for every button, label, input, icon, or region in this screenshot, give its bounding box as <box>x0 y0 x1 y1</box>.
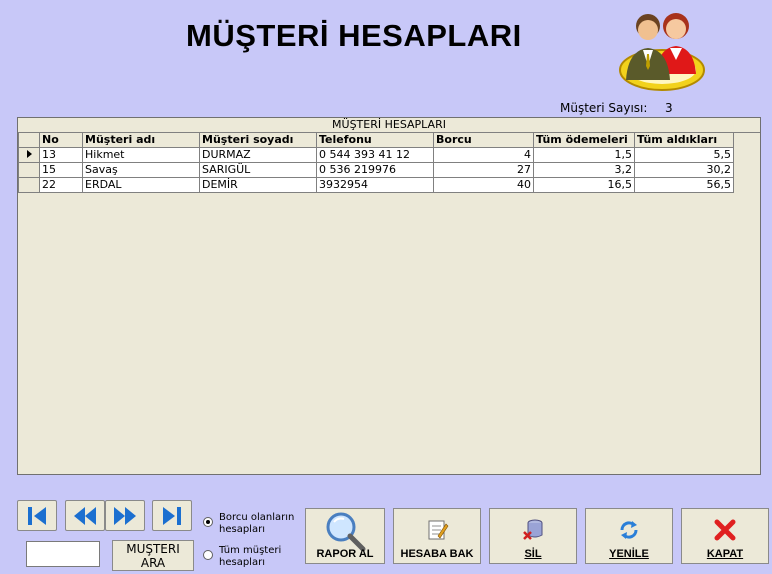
cell-total-purchases[interactable]: 56,5 <box>634 177 734 193</box>
customer-search-button[interactable]: MUŞTERI ARA <box>112 540 194 571</box>
first-record-button[interactable] <box>17 500 57 531</box>
search-button-line1: MUŞTERI <box>126 542 180 556</box>
customer-count-label: Müşteri Sayısı: <box>560 101 648 115</box>
cell-no[interactable]: 15 <box>39 162 83 178</box>
current-row-arrow-icon <box>26 150 32 158</box>
search-button-line2: ARA <box>140 556 166 570</box>
filter-all-label-line1: Tüm müşteri <box>219 545 282 556</box>
filter-debtors-label-line2: hesapları <box>219 524 265 535</box>
refresh-button[interactable]: YENİLE <box>585 508 673 564</box>
delete-button[interactable]: SİL <box>489 508 577 564</box>
close-button[interactable]: KAPAT <box>681 508 769 564</box>
cell-debt[interactable]: 4 <box>433 147 534 163</box>
delete-button-label: SİL <box>490 548 576 560</box>
customer-count-value: 3 <box>665 101 673 115</box>
filter-all-radio[interactable] <box>203 550 213 560</box>
refresh-icon <box>620 521 638 539</box>
table-row[interactable]: 13 Hikmet DURMAZ 0 544 393 41 12 4 1,5 5… <box>18 147 734 163</box>
previous-record-icon <box>74 506 96 525</box>
delete-database-icon <box>523 519 543 540</box>
cell-first-name[interactable]: Hikmet <box>82 147 200 163</box>
delete-label-text: SİL <box>524 548 542 560</box>
cell-debt[interactable]: 27 <box>433 162 534 178</box>
table-row[interactable]: 22 ERDAL DEMİR 3932954 40 16,5 56,5 <box>18 177 734 193</box>
cell-phone[interactable]: 0 536 219976 <box>316 162 434 178</box>
refresh-button-label: YENİLE <box>586 548 672 560</box>
cell-last-name[interactable]: DEMİR <box>199 177 317 193</box>
column-header-no[interactable]: No <box>39 132 83 148</box>
customer-search-input[interactable] <box>26 541 100 567</box>
view-account-button[interactable]: HESABA BAK <box>393 508 481 564</box>
column-header-last-name[interactable]: Müşteri soyadı <box>199 132 317 148</box>
filter-all-label[interactable]: Tüm müşteri hesapları <box>219 545 281 569</box>
cell-total-payments[interactable]: 1,5 <box>533 147 635 163</box>
cell-total-payments[interactable]: 16,5 <box>533 177 635 193</box>
page-title: MÜŞTERİ HESAPLARI <box>186 18 522 53</box>
close-label-text: KAPAT <box>706 548 744 560</box>
refresh-label-text: YENİLE <box>609 548 649 560</box>
cell-phone[interactable]: 3932954 <box>316 177 434 193</box>
accounts-table: No Müşteri adı Müşteri soyadı Telefonu B… <box>18 132 734 193</box>
column-header-total-payments[interactable]: Tüm ödemeleri <box>533 132 635 148</box>
cell-first-name[interactable]: ERDAL <box>82 177 200 193</box>
close-button-label: KAPAT <box>682 548 768 560</box>
column-header-phone[interactable]: Telefonu <box>316 132 434 148</box>
report-button[interactable]: RAPOR AL <box>305 508 385 564</box>
close-icon <box>714 519 736 541</box>
cell-last-name[interactable]: SARIGÜL <box>199 162 317 178</box>
cell-no[interactable]: 22 <box>39 177 83 193</box>
cell-last-name[interactable]: DURMAZ <box>199 147 317 163</box>
next-record-icon <box>114 506 136 525</box>
grid-caption: MÜŞTERİ HESAPLARI <box>18 118 760 133</box>
row-selector[interactable] <box>18 162 40 178</box>
column-header-total-purchases[interactable]: Tüm aldıkları <box>634 132 734 148</box>
first-record-icon <box>28 506 46 525</box>
cell-total-payments[interactable]: 3,2 <box>533 162 635 178</box>
view-account-button-label: HESABA BAK <box>400 548 474 560</box>
filter-debtors-label-line1: Borcu olanların <box>219 512 295 523</box>
filter-debtors-radio[interactable] <box>203 517 213 527</box>
filter-debtors-label[interactable]: Borcu olanların hesapları <box>219 512 294 536</box>
column-header-first-name[interactable]: Müşteri adı <box>82 132 200 148</box>
row-selector[interactable] <box>18 177 40 193</box>
cell-no[interactable]: 13 <box>39 147 83 163</box>
customer-accounts-grid[interactable]: MÜŞTERİ HESAPLARI No Müşteri adı Müşteri… <box>17 117 761 475</box>
last-record-button[interactable] <box>152 500 192 531</box>
column-header-debt[interactable]: Borcu <box>433 132 534 148</box>
previous-record-button[interactable] <box>65 500 105 531</box>
current-row-indicator <box>18 147 40 163</box>
cell-first-name[interactable]: Savaş <box>82 162 200 178</box>
next-record-button[interactable] <box>105 500 145 531</box>
notepad-icon <box>428 520 449 540</box>
row-selector-header <box>18 132 40 148</box>
table-row[interactable]: 15 Savaş SARIGÜL 0 536 219976 27 3,2 30,… <box>18 162 734 178</box>
cell-total-purchases[interactable]: 5,5 <box>634 147 734 163</box>
cell-phone[interactable]: 0 544 393 41 12 <box>316 147 434 163</box>
cell-total-purchases[interactable]: 30,2 <box>634 162 734 178</box>
last-record-icon <box>163 506 181 525</box>
cell-debt[interactable]: 40 <box>433 177 534 193</box>
report-button-label: RAPOR AL <box>316 548 374 560</box>
magnifier-icon <box>326 512 366 551</box>
customers-icon <box>619 13 705 91</box>
filter-all-label-line2: hesapları <box>219 557 265 568</box>
